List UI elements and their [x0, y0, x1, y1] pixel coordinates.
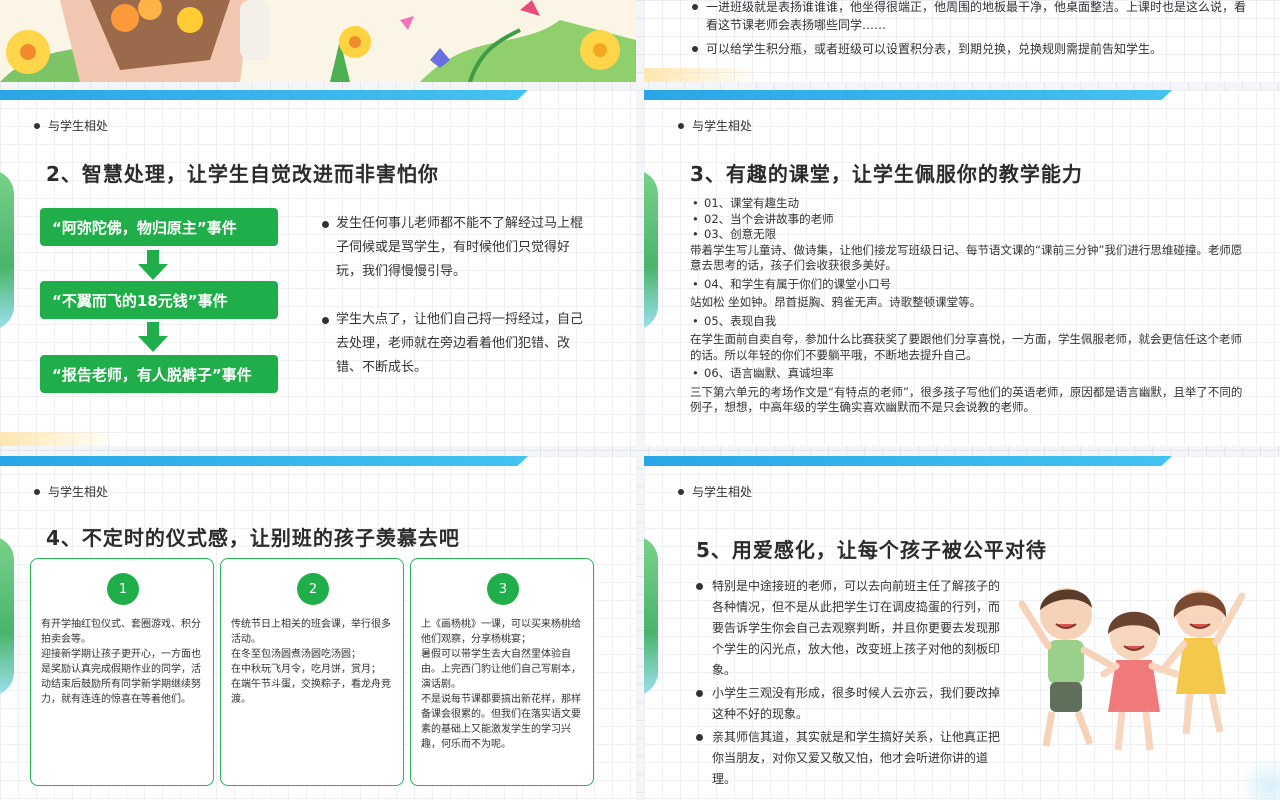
top-accent-bar — [644, 456, 1172, 466]
event-box: “不翼而飞的18元钱”事件 — [40, 281, 278, 319]
top-accent-bar — [0, 90, 528, 100]
activity-card: 3 上《画杨桃》一课，可以买来杨桃给他们观察，分享杨桃宴； 暑假可以带学生去大自… — [410, 558, 594, 786]
bullet-list: 学生大点了，让他们自己捋一捋经过，自己去处理，老师就在旁边看着他们犯错、改错、不… — [322, 308, 584, 380]
bullet-dot — [34, 122, 40, 129]
bullet-list: 特别是中途接班的老师，可以去向前班主任了解孩子的各种情况，但不是从此把学生订在调… — [696, 576, 1000, 792]
card-text: 上《画杨桃》一课，可以买来杨桃给他们观察，分享杨桃宴； 暑假可以带学生去大自然里… — [421, 619, 581, 750]
bullet-list: 一进班级就是表扬谁谁谁，他坐得很端正，他周围的地板最干净，他桌面整洁。上课时也是… — [692, 0, 1252, 64]
section-tag: 与学生相处 — [678, 117, 752, 134]
section-tag-label: 与学生相处 — [48, 485, 109, 499]
section-tag-label: 与学生相处 — [692, 485, 753, 499]
bullet-item: 一进班级就是表扬谁谁谁，他坐得很端正，他周围的地板最干净，他桌面整洁。上课时也是… — [692, 0, 1252, 34]
card-text: 有开学抽红包仪式、套圈游戏、积分拍卖会等。 迎接新学期让孩子更开心，一方面也是奖… — [41, 619, 201, 705]
bullet-dot — [678, 122, 684, 129]
bullet-item: 学生大点了，让他们自己捋一捋经过，自己去处理，老师就在旁边看着他们犯错、改错、不… — [322, 308, 584, 380]
leaf-decoration — [644, 536, 658, 696]
arrow-down-icon — [138, 322, 168, 352]
top-accent-bar — [0, 456, 528, 466]
top-accent-bar — [644, 90, 1172, 100]
list-item: 05、表现自我 — [690, 314, 1250, 330]
leaf-decoration — [644, 170, 658, 330]
leaf-decoration — [0, 170, 14, 330]
classroom-tips-list: 01、课堂有趣生动 02、当个会讲故事的老师 03、创意无限 带着学生写儿童诗、… — [690, 196, 1250, 416]
card-number-badge: 1 — [107, 573, 139, 605]
flowers-illustration — [0, 0, 636, 82]
slide-title: 3、有趣的课堂，让学生佩服你的教学能力 — [690, 162, 1083, 186]
slide-ritual-sense[interactable]: 与学生相处 4、不定时的仪式感，让别班的孩子羡慕去吧 1 有开学抽红包仪式、套圈… — [0, 456, 636, 800]
section-tag-label: 与学生相处 — [48, 119, 109, 133]
bullet-item: 特别是中途接班的老师，可以去向前班主任了解孩子的各种情况，但不是从此把学生订在调… — [696, 576, 1000, 681]
list-paragraph: 在学生面前自卖自夸，参加什么比赛获奖了要跟他们分享喜悦，一方面，学生佩服老师，就… — [690, 332, 1242, 362]
section-tag: 与学生相处 — [34, 483, 108, 500]
list-item: 01、课堂有趣生动 — [690, 196, 1250, 212]
activity-card: 1 有开学抽红包仪式、套圈游戏、积分拍卖会等。 迎接新学期让孩子更开心，一方面也… — [30, 558, 214, 786]
bullet-item: 可以给学生积分瓶，或者班级可以设置积分表，到期兑换，兑换规则需提前告知学生。 — [692, 40, 1252, 58]
slide-title: 5、用爱感化，让每个孩子被公平对待 — [696, 538, 1047, 562]
bullet-dot — [678, 488, 684, 495]
slide-wise-handling[interactable]: 与学生相处 2、智慧处理，让学生自觉改进而非害怕你 “阿弥陀佛，物归原主”事件 … — [0, 90, 636, 446]
slide-title: 4、不定时的仪式感，让别班的孩子羡慕去吧 — [46, 526, 460, 550]
arrow-down-icon — [138, 250, 168, 280]
event-box: “阿弥陀佛，物归原主”事件 — [40, 208, 278, 246]
card-text: 传统节日上相关的班会课，举行很多活动。 在冬至包汤圆煮汤圆吃汤圆； 在中秋玩飞月… — [231, 619, 391, 705]
bullet-list: 发生任何事儿老师都不能不了解经过马上棍子伺候或是骂学生，有时候他们只觉得好玩，我… — [322, 212, 584, 284]
bullet-item: 小学生三观没有形成，很多时候人云亦云，我们要改掉这种不好的现象。 — [696, 683, 1000, 725]
list-paragraph: 站如松 坐如钟。昂首挺胸、鸦雀无声。诗歌整顿课堂等。 — [690, 295, 982, 309]
list-item: 04、和学生有属于你们的课堂小口号 — [690, 277, 1250, 293]
slide-title: 2、智慧处理，让学生自觉改进而非害怕你 — [46, 162, 439, 186]
section-tag: 与学生相处 — [34, 117, 108, 134]
bullet-item: 亲其师信其道，其实就是和学生搞好关系，让他真正把你当朋友，对你又爱又敬又怕，他才… — [696, 727, 1000, 790]
slide-love-fairness[interactable]: 与学生相处 5、用爱感化，让每个孩子被公平对待 特别是中途接班的老师，可以去向前… — [644, 456, 1280, 800]
slide-top-right-partial: 一进班级就是表扬谁谁谁，他坐得很端正，他周围的地板最干净，他桌面整洁。上课时也是… — [644, 0, 1280, 82]
list-item: 03、创意无限 — [690, 227, 1250, 243]
bullet-dot — [34, 488, 40, 495]
activity-card: 2 传统节日上相关的班会课，举行很多活动。 在冬至包汤圆煮汤圆吃汤圆； 在中秋玩… — [220, 558, 404, 786]
event-box: “报告老师，有人脱裤子”事件 — [40, 355, 278, 393]
slide-top-left-partial — [0, 0, 636, 82]
list-paragraph: 带着学生写儿童诗、做诗集，让他们接龙写班级日记、每节语文课的“课前三分钟”我们进… — [690, 242, 1243, 273]
leaf-decoration — [0, 536, 14, 696]
bullet-item: 发生任何事儿老师都不能不了解经过马上棍子伺候或是骂学生，有时候他们只觉得好玩，我… — [322, 212, 584, 284]
list-item: 02、当个会讲故事的老师 — [690, 212, 1250, 228]
slide-fun-classroom[interactable]: 与学生相处 3、有趣的课堂，让学生佩服你的教学能力 01、课堂有趣生动 02、当… — [644, 90, 1280, 446]
card-number-badge: 3 — [487, 573, 519, 605]
list-paragraph: 三下第六单元的考场作文是“有特点的老师”，很多孩子写他们的英语老师，原因都是语言… — [690, 384, 1243, 415]
list-item: 06、语言幽默、真诚坦率 — [690, 366, 1250, 382]
section-tag-label: 与学生相处 — [692, 119, 753, 133]
decorative-wash — [644, 68, 764, 82]
card-number-badge: 2 — [297, 573, 329, 605]
section-tag: 与学生相处 — [678, 483, 752, 500]
happy-children-illustration — [1018, 588, 1246, 751]
decorative-wash — [0, 432, 120, 446]
